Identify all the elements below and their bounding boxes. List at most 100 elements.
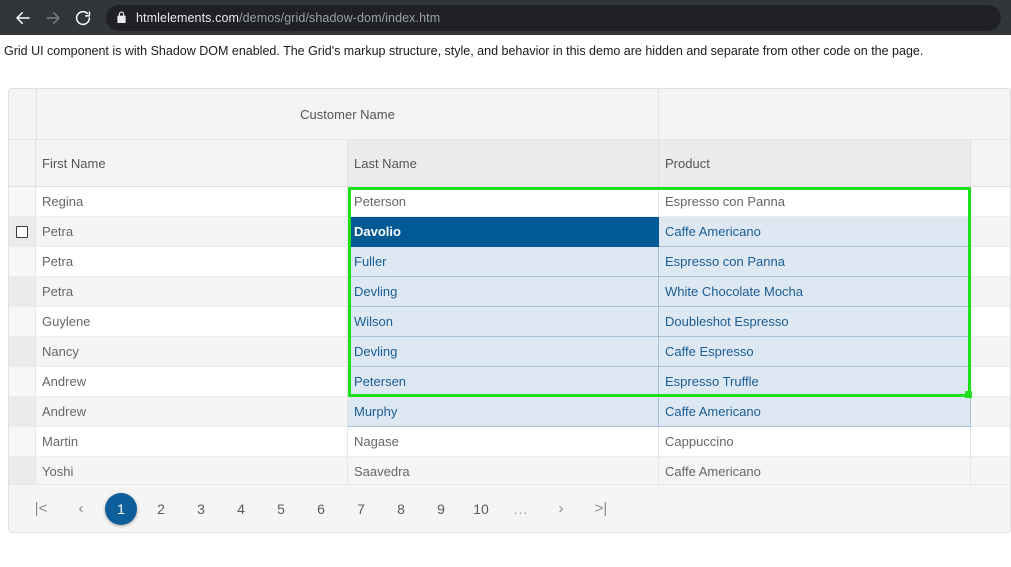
cell-extra[interactable] [971,217,1010,247]
cell-first-name[interactable]: Andrew [36,367,348,397]
cell-product[interactable]: Espresso con Panna [659,247,971,277]
row-selector-cell[interactable] [9,337,36,367]
cell-extra[interactable] [971,337,1010,367]
column-header-first-name[interactable]: First Name [36,140,348,186]
cell-last-name[interactable]: Davolio [348,217,659,247]
pagination-next-button[interactable]: › [541,493,581,525]
table-row[interactable]: Petra Davolio Caffe Americano [9,217,1010,247]
lock-icon [116,11,127,24]
column-header-product[interactable]: Product [659,140,971,186]
table-row[interactable]: Guylene Wilson Doubleshot Espresso [9,307,1010,337]
cell-last-name[interactable]: Devling [348,277,659,307]
cell-extra[interactable] [971,397,1010,427]
cell-product[interactable]: Caffe Espresso [659,337,971,367]
browser-toolbar: htmlelements.com/demos/grid/shadow-dom/i… [0,0,1011,35]
pagination-page-8[interactable]: 8 [381,493,421,525]
cell-product[interactable]: Espresso con Panna [659,187,971,217]
cell-last-name[interactable]: Devling [348,337,659,367]
cell-last-name[interactable]: Murphy [348,397,659,427]
row-selector-cell[interactable] [9,277,36,307]
table-row[interactable]: Andrew Murphy Caffe Americano [9,397,1010,427]
table-row[interactable]: Yoshi Saavedra Caffe Americano [9,457,1010,487]
back-button[interactable] [10,5,36,31]
cell-product[interactable]: White Chocolate Mocha [659,277,971,307]
cell-product[interactable]: Caffe Americano [659,217,971,247]
arrow-left-icon [14,9,32,27]
cell-product[interactable]: Caffe Americano [659,457,971,487]
page-description: Grid UI component is with Shadow DOM ena… [4,44,924,58]
pagination-page-5[interactable]: 5 [261,493,301,525]
cell-extra[interactable] [971,277,1010,307]
cell-extra[interactable] [971,307,1010,337]
cell-first-name[interactable]: Petra [36,217,348,247]
group-header-label: Customer Name [300,106,395,122]
grid-body: Regina Peterson Espresso con Panna Petra… [9,187,1010,487]
cell-product[interactable]: Doubleshot Espresso [659,307,971,337]
row-selector-cell[interactable] [9,427,36,457]
column-header-last-name[interactable]: Last Name [348,140,659,186]
cell-last-name[interactable]: Saavedra [348,457,659,487]
row-selector-cell[interactable] [9,397,36,427]
table-row[interactable]: Martin Nagase Cappuccino [9,427,1010,457]
forward-button[interactable] [40,5,66,31]
pagination-ellipsis: ... [513,500,529,517]
table-row[interactable]: Nancy Devling Caffe Espresso [9,337,1010,367]
cell-last-name[interactable]: Petersen [348,367,659,397]
cell-first-name[interactable]: Nancy [36,337,348,367]
cell-first-name[interactable]: Petra [36,277,348,307]
address-bar[interactable]: htmlelements.com/demos/grid/shadow-dom/i… [106,4,1001,31]
url-host: htmlelements.com [136,10,240,25]
cell-extra[interactable] [971,247,1010,277]
row-checkbox[interactable] [16,225,28,238]
data-grid: Customer Name First Name Last Name Produ… [8,88,1011,533]
row-selector-cell[interactable] [9,187,36,217]
row-selector-cell[interactable] [9,217,36,247]
pagination-prev-button[interactable]: ‹ [61,493,101,525]
column-header-selector[interactable] [9,140,36,186]
cell-extra[interactable] [971,367,1010,397]
cell-product[interactable]: Caffe Americano [659,397,971,427]
row-selector-cell[interactable] [9,457,36,487]
grid-column-header-row: First Name Last Name Product [9,140,1010,187]
cell-last-name[interactable]: Nagase [348,427,659,457]
pagination-last-button[interactable]: >| [581,493,621,525]
pagination-page-3[interactable]: 3 [181,493,221,525]
row-selector-cell[interactable] [9,367,36,397]
cell-product[interactable]: Espresso Truffle [659,367,971,397]
cell-first-name[interactable]: Petra [36,247,348,277]
reload-button[interactable] [70,5,96,31]
table-row[interactable]: Petra Fuller Espresso con Panna [9,247,1010,277]
column-header-first-name-label: First Name [42,155,106,171]
row-selector-cell[interactable] [9,247,36,277]
column-header-extra[interactable] [971,140,1010,186]
cell-extra[interactable] [971,457,1010,487]
table-row[interactable]: Andrew Petersen Espresso Truffle [9,367,1010,397]
pagination-first-button[interactable]: |< [21,493,61,525]
cell-first-name[interactable]: Guylene [36,307,348,337]
cell-first-name[interactable]: Andrew [36,397,348,427]
cell-product[interactable]: Cappuccino [659,427,971,457]
row-selector-cell[interactable] [9,307,36,337]
cell-first-name[interactable]: Martin [36,427,348,457]
pagination-page-7[interactable]: 7 [341,493,381,525]
grid-group-header-row: Customer Name [9,89,1010,140]
table-row[interactable]: Petra Devling White Chocolate Mocha [9,277,1010,307]
pagination-page-2[interactable]: 2 [141,493,181,525]
pagination-page-1[interactable]: 1 [105,492,137,525]
cell-last-name[interactable]: Peterson [348,187,659,217]
cell-last-name[interactable]: Fuller [348,247,659,277]
cell-last-name[interactable]: Wilson [348,307,659,337]
pagination-page-9[interactable]: 9 [421,493,461,525]
cell-first-name[interactable]: Yoshi [36,457,348,487]
cell-first-name[interactable]: Regina [36,187,348,217]
reload-icon [74,9,92,27]
pagination-page-10[interactable]: 10 [461,493,501,525]
cell-extra[interactable] [971,187,1010,217]
cell-extra[interactable] [971,427,1010,457]
pagination-page-6[interactable]: 6 [301,493,341,525]
arrow-right-icon [44,9,62,27]
table-row[interactable]: Regina Peterson Espresso con Panna [9,187,1010,217]
grid-header: Customer Name First Name Last Name Produ… [9,89,1010,187]
pagination-page-4[interactable]: 4 [221,493,261,525]
group-header-customer-name[interactable]: Customer Name [36,89,659,139]
